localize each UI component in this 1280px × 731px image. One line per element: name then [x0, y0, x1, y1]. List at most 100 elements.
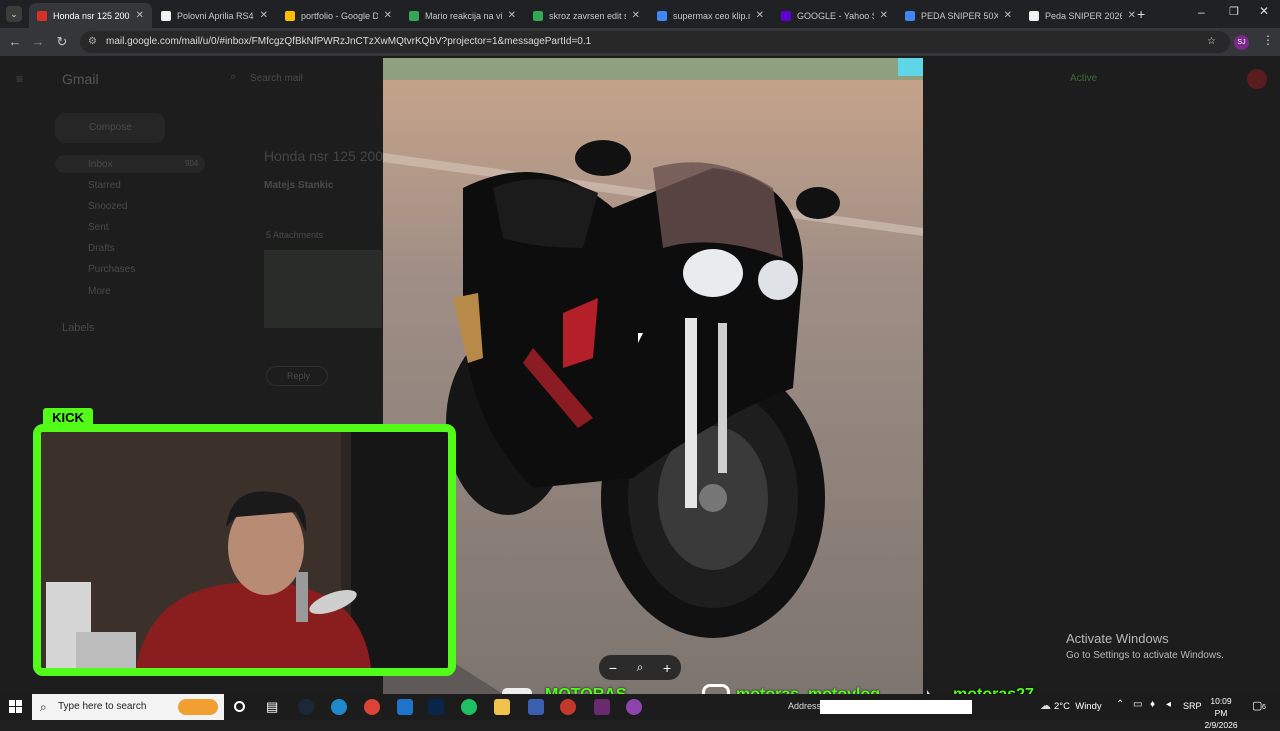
address-toolbar-input[interactable] [820, 700, 972, 714]
browser-tab[interactable]: PEDA SNIPER 50X - G✕ [897, 3, 1020, 28]
browser-tab[interactable]: Mario reakcija na vid ✕ [401, 3, 524, 28]
zoom-icon[interactable]: ⌕ [637, 660, 644, 675]
browser-tab[interactable]: Polovni Aprilia RS4 5 ✕ [153, 3, 276, 28]
tray-chevron-icon[interactable]: ⌃ [1116, 699, 1124, 710]
browser-menu-icon[interactable]: ⋮ [1262, 33, 1274, 47]
chrome-icon[interactable] [364, 699, 380, 715]
tab-close-icon[interactable]: ✕ [1122, 10, 1136, 21]
reply-button[interactable]: Reply [266, 366, 328, 386]
sidebar-item-drafts[interactable]: Drafts [88, 243, 115, 254]
tab-favicon-icon [905, 10, 915, 21]
tab-close-icon[interactable]: ✕ [750, 10, 764, 21]
tab-close-icon[interactable]: ✕ [502, 10, 516, 21]
reload-icon[interactable]: ↻ [50, 34, 74, 50]
activate-windows-watermark: Activate Windows Go to Settings to activ… [1066, 631, 1224, 661]
attachment-thumbnail[interactable] [264, 250, 382, 328]
task-view-icon[interactable]: ▤ [266, 699, 278, 715]
app-badge-icon[interactable] [594, 699, 610, 715]
tab-close-icon[interactable]: ✕ [254, 10, 268, 21]
streamer-webcam-feed [41, 432, 448, 668]
tab-favicon-icon [409, 10, 419, 21]
obs-icon[interactable] [560, 699, 576, 715]
image-zoom-controls: − ⌕ + [599, 655, 681, 680]
edge-icon[interactable] [331, 699, 347, 715]
new-tab-button[interactable]: + [1137, 6, 1145, 22]
profile-avatar[interactable]: SJ [1234, 35, 1249, 50]
browser-tab[interactable]: GOOGLE - Yahoo Sea✕ [773, 3, 896, 28]
start-button[interactable] [9, 700, 22, 713]
attachment-image-viewer[interactable] [383, 58, 923, 694]
tab-title: Honda nsr 125 2001 [53, 10, 130, 21]
tab-title: GOOGLE - Yahoo Sea [797, 10, 874, 21]
browser-tab[interactable]: portfolio - Google D ✕ [277, 3, 400, 28]
search-mail-input[interactable]: Search mail [250, 73, 303, 84]
windows-taskbar: ⌕ Type here to search ▤ Address ☁ 2°C Wi… [0, 694, 1280, 730]
webcam-overlay [33, 424, 456, 676]
tab-title: skroz zavrsen edit stu [549, 10, 626, 21]
notification-center-icon[interactable]: ▢ [1252, 699, 1262, 712]
sidebar-item-purchases[interactable]: Purchases [88, 264, 135, 275]
minimize-button[interactable]: – [1198, 5, 1205, 19]
search-icon[interactable]: ⌕ [230, 71, 236, 84]
main-menu-icon[interactable]: ≡ [16, 72, 23, 86]
sidebar-item-inbox[interactable] [55, 155, 205, 173]
tab-title: portfolio - Google D [301, 10, 378, 21]
tab-close-icon[interactable]: ✕ [626, 10, 640, 21]
address-bar[interactable]: ⚙ mail.google.com/mail/u/0/#inbox/FMfcgz… [80, 31, 1230, 53]
browser-tab[interactable]: skroz zavrsen edit stu✕ [525, 3, 648, 28]
forward-arrow-icon[interactable]: → [26, 34, 50, 49]
tab-close-icon[interactable]: ✕ [130, 10, 144, 21]
browser-tab[interactable]: Honda nsr 125 2001 ✕ [29, 3, 152, 28]
browser-tab[interactable]: Peda SNIPER 2026.g✕ [1021, 3, 1144, 28]
photoshop-icon[interactable] [428, 699, 444, 715]
labels-heading: Labels [62, 322, 95, 334]
tab-close-icon[interactable]: ✕ [998, 10, 1012, 21]
browser-tab[interactable]: supermax ceo klip.m ✕ [649, 3, 772, 28]
account-avatar[interactable] [1247, 69, 1267, 89]
zoom-in-button[interactable]: + [663, 660, 671, 676]
tab-close-icon[interactable]: ✕ [378, 10, 392, 21]
sidebar-item-starred[interactable]: Starred [88, 180, 121, 191]
restore-button[interactable]: ❐ [1229, 5, 1239, 18]
tab-favicon-icon [781, 10, 791, 21]
clock[interactable]: 10:09 PM 2/9/2026 [1203, 695, 1239, 731]
tab-search-button[interactable]: ⌄ [6, 6, 22, 22]
cortana-icon[interactable] [234, 701, 245, 712]
status-chip[interactable]: Active [1070, 73, 1097, 84]
speaker-icon[interactable]: ◂ [1166, 699, 1171, 710]
zoom-out-button[interactable]: − [609, 660, 617, 676]
steam-icon[interactable] [298, 699, 314, 715]
browser-toolbar: ← → ↻ ⚙ mail.google.com/mail/u/0/#inbox/… [0, 28, 1280, 56]
browser-tab-strip: ⌄ Honda nsr 125 2001 ✕ Polovni Aprilia RS4… [0, 0, 1280, 28]
file-explorer-icon[interactable] [494, 699, 510, 715]
address-toolbar-label: Address [788, 701, 822, 711]
site-info-icon[interactable]: ⚙ [88, 31, 97, 53]
search-icon: ⌕ [40, 700, 47, 714]
watermark-title: Activate Windows [1066, 631, 1169, 646]
tab-favicon-icon [285, 10, 295, 21]
chrome-profile-icon[interactable] [626, 699, 642, 715]
app-icon[interactable] [528, 699, 544, 715]
network-icon[interactable]: ▭ [1133, 699, 1142, 710]
sidebar-item-snoozed[interactable]: Snoozed [88, 201, 127, 212]
language-indicator[interactable]: SRP [1183, 701, 1202, 711]
tab-title: Mario reakcija na vid [425, 10, 502, 21]
whatsapp-icon[interactable] [461, 699, 477, 715]
sidebar-label-inbox: Inbox [88, 159, 113, 170]
compose-label: Compose [89, 122, 132, 133]
vscode-icon[interactable] [397, 699, 413, 715]
back-arrow-icon[interactable]: ← [3, 34, 27, 49]
inbox-count: 904 [185, 159, 199, 168]
sidebar-item-more[interactable]: More [88, 286, 111, 297]
close-window-button[interactable]: ✕ [1259, 4, 1269, 18]
taskbar-search-box[interactable]: ⌕ Type here to search [32, 694, 224, 720]
gmail-logo: Gmail [62, 71, 99, 87]
microphone-icon[interactable]: ♦ [1150, 699, 1155, 710]
sidebar-item-sent[interactable]: Sent [88, 222, 109, 233]
bookmark-star-icon[interactable]: ☆ [1207, 31, 1216, 53]
compose-button[interactable]: Compose [55, 113, 165, 143]
tab-close-icon[interactable]: ✕ [874, 10, 888, 21]
weather-text[interactable]: 2°C Windy [1054, 701, 1102, 712]
weather-icon[interactable]: ☁ [1040, 699, 1051, 712]
clock-time: 10:09 PM [1210, 696, 1232, 718]
